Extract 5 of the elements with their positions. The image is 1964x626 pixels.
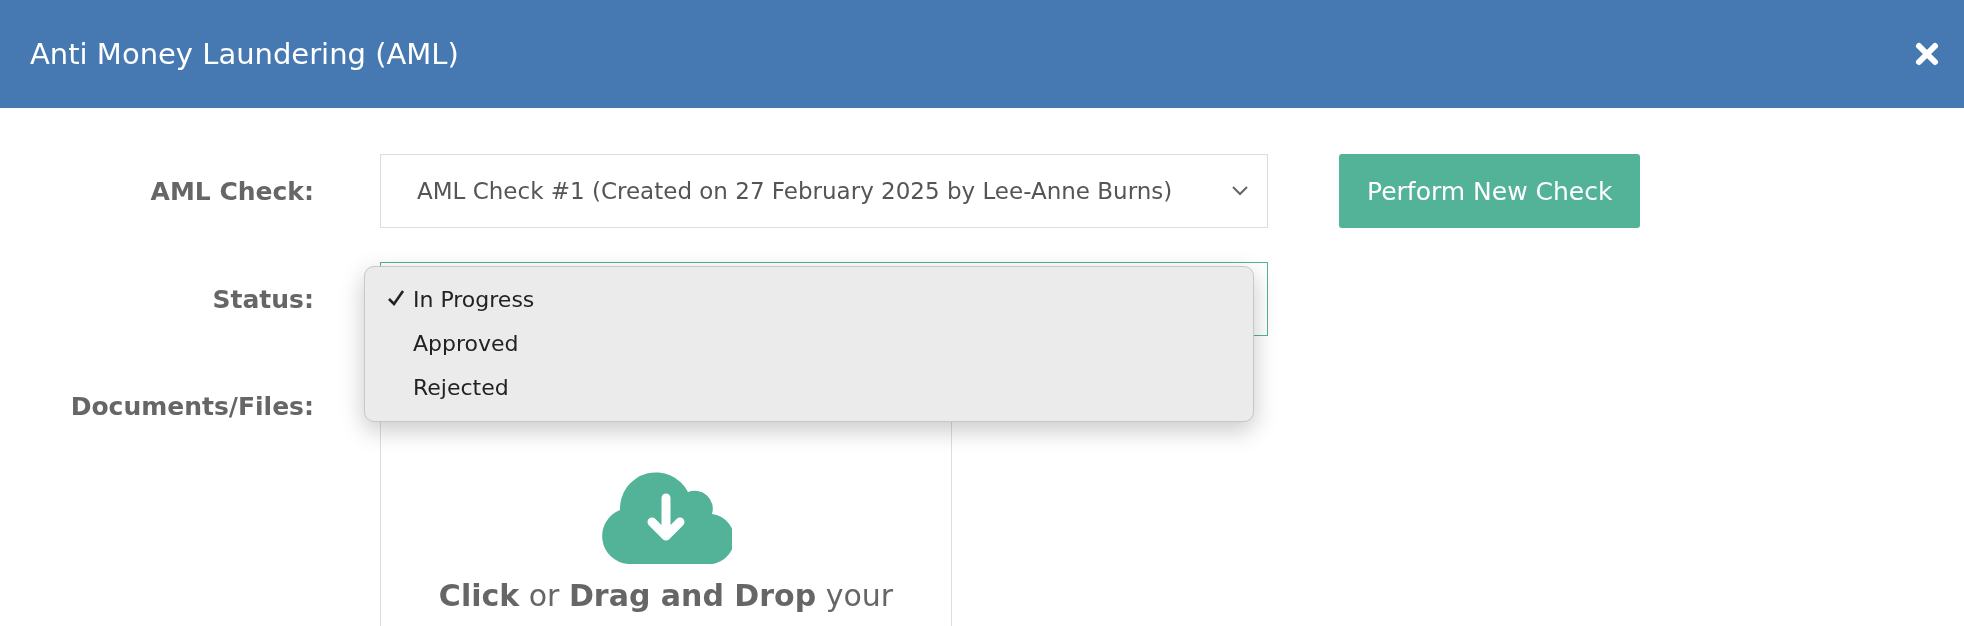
field-label: Documents/Files: — [70, 392, 314, 421]
field-label: Status: — [212, 284, 314, 314]
upload-instructions: Click or Drag and Drop your — [438, 578, 894, 613]
field-label: AML Check: — [150, 176, 314, 206]
window-title: Anti Money Laundering (AML) — [30, 37, 459, 71]
